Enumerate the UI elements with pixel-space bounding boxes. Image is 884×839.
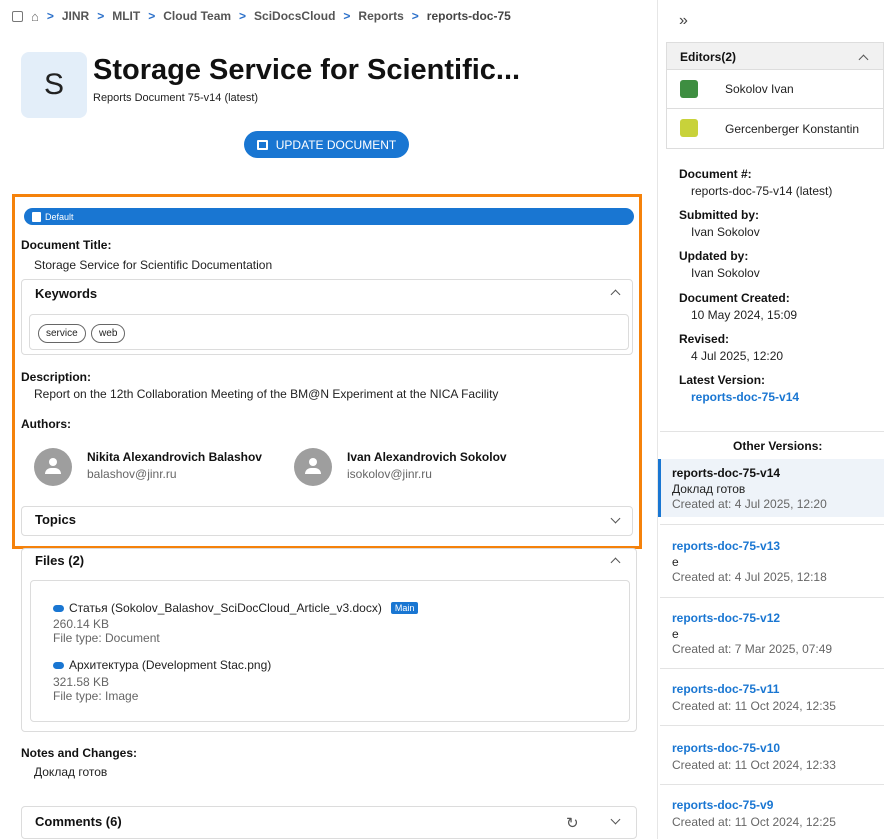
- chevron-right-icon: >: [148, 9, 156, 23]
- version-date: Created at: 11 Oct 2024, 12:33: [672, 758, 836, 772]
- document-title-label: Document Title:: [21, 238, 112, 252]
- keyword-chip[interactable]: web: [91, 324, 126, 343]
- revised-label: Revised:: [679, 332, 730, 346]
- document-title-value: Storage Service for Scientific Documenta…: [34, 258, 273, 272]
- breadcrumb-item-cloud-team[interactable]: Cloud Team: [163, 9, 231, 23]
- identicon-icon: [680, 119, 698, 137]
- files-title[interactable]: Files (2): [35, 553, 84, 568]
- version-date: Created at: 4 Jul 2025, 12:20: [672, 497, 827, 511]
- main-badge: Main: [390, 602, 419, 614]
- updated-label: Updated by:: [679, 249, 749, 263]
- document-avatar: S: [21, 52, 87, 118]
- submitted-label: Submitted by:: [679, 208, 759, 222]
- sidebar-toggle-icon[interactable]: [12, 10, 23, 22]
- section-tag: Default: [24, 208, 634, 225]
- file-link[interactable]: Статья (Sokolov_Balashov_SciDocCloud_Art…: [53, 601, 419, 615]
- version-date: Created at: 11 Oct 2024, 12:25: [672, 815, 836, 829]
- editors-title: Editors(2): [680, 50, 737, 64]
- topics-panel[interactable]: [21, 506, 633, 536]
- divider: [660, 784, 884, 785]
- file-size: 321.58 KB: [53, 675, 110, 689]
- version-name[interactable]: reports-doc-75-v13: [672, 539, 780, 553]
- submitted-value: Ivan Sokolov: [691, 225, 760, 239]
- breadcrumb-item-jinr[interactable]: JINR: [62, 9, 89, 23]
- section-icon: [32, 211, 41, 222]
- chevron-right-icon: >: [411, 9, 419, 23]
- version-name[interactable]: reports-doc-75-v12: [672, 611, 780, 625]
- breadcrumb-item-reports[interactable]: Reports: [358, 9, 403, 23]
- divider: [660, 725, 884, 726]
- other-versions-title: Other Versions:: [733, 439, 823, 453]
- doc-num-label: Document #:: [679, 167, 752, 181]
- version-note: e: [672, 627, 679, 641]
- file-link[interactable]: Архитектура (Development Stac.png): [53, 658, 271, 672]
- refresh-icon[interactable]: ↻: [566, 814, 579, 832]
- home-icon[interactable]: ⌂: [31, 9, 39, 24]
- keyword-chip[interactable]: service: [38, 324, 86, 343]
- divider: [660, 524, 884, 525]
- chevron-right-icon: >: [239, 9, 247, 23]
- version-name[interactable]: reports-doc-75-v10: [672, 741, 780, 755]
- updated-value: Ivan Sokolov: [691, 266, 760, 280]
- author-email[interactable]: isokolov@jinr.ru: [347, 467, 432, 481]
- chevron-right-icon: >: [97, 9, 105, 23]
- update-document-button[interactable]: UPDATE DOCUMENT: [244, 131, 409, 158]
- version-date: Created at: 11 Oct 2024, 12:35: [672, 699, 836, 713]
- author-name: Ivan Alexandrovich Sokolov: [347, 450, 507, 464]
- version-note: e: [672, 555, 679, 569]
- file-name[interactable]: Статья (Sokolov_Balashov_SciDocCloud_Art…: [69, 601, 382, 615]
- identicon-icon: [680, 80, 698, 98]
- page-title: Storage Service for Scientific...: [93, 54, 521, 86]
- author-name: Nikita Alexandrovich Balashov: [87, 450, 262, 464]
- version-note: Доклад готов: [672, 482, 746, 496]
- divider: [660, 597, 884, 598]
- comments-title[interactable]: Comments (6): [35, 814, 122, 829]
- divider: [660, 668, 884, 669]
- author-email[interactable]: balashov@jinr.ru: [87, 467, 177, 481]
- topics-title[interactable]: Topics: [35, 512, 76, 527]
- edit-document-icon: [256, 139, 268, 150]
- keywords-list: service web: [38, 324, 127, 343]
- description-label: Description:: [21, 370, 92, 384]
- file-type: File type: Image: [53, 689, 139, 703]
- latest-version-label: Latest Version:: [679, 373, 766, 387]
- version-name[interactable]: reports-doc-75-v11: [672, 682, 779, 696]
- file-name[interactable]: Архитектура (Development Stac.png): [69, 658, 271, 672]
- file-type: File type: Document: [53, 631, 160, 645]
- chevron-right-icon: >: [46, 9, 54, 23]
- update-document-label: UPDATE DOCUMENT: [275, 137, 397, 152]
- avatar: [34, 448, 72, 486]
- revised-value: 4 Jul 2025, 12:20: [691, 349, 784, 363]
- editor-name: Sokolov Ivan: [725, 82, 794, 96]
- notes-value: Доклад готов: [34, 765, 108, 779]
- file-size: 260.14 KB: [53, 617, 110, 631]
- collapse-sidebar-icon[interactable]: »: [679, 12, 688, 30]
- breadcrumb: ⌂ > JINR > MLIT > Cloud Team > SciDocsCl…: [12, 6, 511, 26]
- version-name[interactable]: reports-doc-75-v14: [672, 466, 780, 480]
- editor-name: Gercenberger Konstantin: [725, 122, 860, 136]
- cloud-download-icon: [53, 604, 64, 612]
- latest-version-link[interactable]: reports-doc-75-v14: [691, 390, 799, 404]
- version-name[interactable]: reports-doc-75-v9: [672, 798, 773, 812]
- authors-label: Authors:: [21, 417, 71, 431]
- chevron-right-icon: >: [343, 9, 351, 23]
- notes-label: Notes and Changes:: [21, 746, 138, 760]
- divider: [660, 431, 884, 432]
- avatar: [294, 448, 332, 486]
- created-value: 10 May 2024, 15:09: [691, 308, 798, 322]
- section-tag-label: Default: [45, 211, 74, 222]
- version-date: Created at: 4 Jul 2025, 12:18: [672, 570, 827, 584]
- doc-num-value: reports-doc-75-v14 (latest): [691, 184, 833, 198]
- breadcrumb-item-current: reports-doc-75: [426, 9, 511, 23]
- page-subtitle: Reports Document 75-v14 (latest): [93, 92, 259, 104]
- version-date: Created at: 7 Mar 2025, 07:49: [672, 642, 833, 656]
- created-label: Document Created:: [679, 291, 790, 305]
- cloud-download-icon: [53, 661, 64, 669]
- description-value: Report on the 12th Collaboration Meeting…: [34, 387, 499, 401]
- keywords-title[interactable]: Keywords: [35, 286, 97, 301]
- sidebar-divider: [657, 0, 658, 839]
- breadcrumb-item-mlit[interactable]: MLIT: [112, 9, 140, 23]
- breadcrumb-item-scidocscloud[interactable]: SciDocsCloud: [254, 9, 335, 23]
